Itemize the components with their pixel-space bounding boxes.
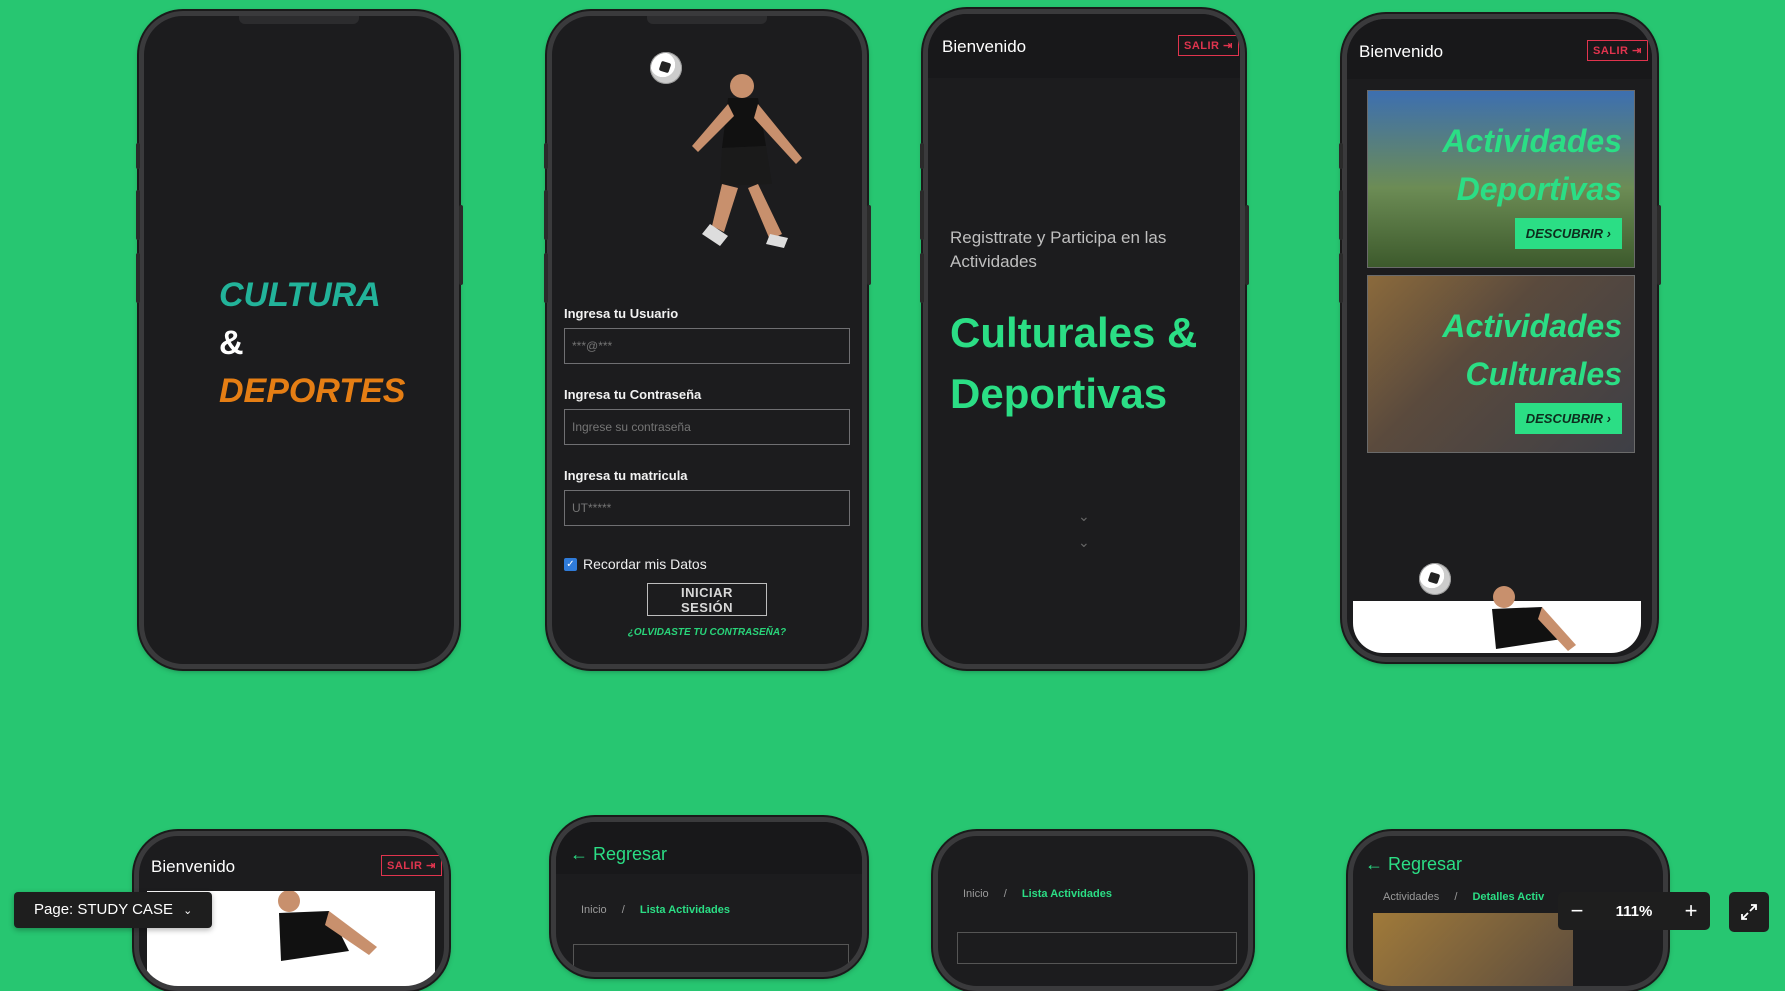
crumb-current: Lista Actividades [639, 904, 730, 916]
card-sports-title: Actividades Deportivas [1442, 117, 1622, 213]
logout-label: SALIR [387, 860, 423, 872]
logout-button[interactable]: SALIR ⇥ [1587, 40, 1648, 61]
logout-icon: ⇥ [426, 860, 436, 872]
expand-icon [1741, 904, 1757, 920]
zoom-value[interactable]: 111% [1616, 903, 1653, 920]
discover-cultural-button[interactable]: DESCUBRIR › [1514, 403, 1622, 434]
list-item[interactable] [573, 944, 849, 972]
breadcrumb: Inicio / Lista Actividades [963, 888, 1112, 900]
chevron-right-icon: › [1606, 226, 1611, 241]
forgot-password-link[interactable]: ¿OLVIDASTE TU CONTRASEÑA? [552, 627, 862, 638]
header-title: Bienvenido [942, 37, 1027, 56]
crumb-separator: / [1454, 891, 1458, 903]
login-button[interactable]: INICIAR SESIÓN [647, 583, 767, 616]
player-illustration [278, 891, 377, 961]
back-label: Regresar [1388, 854, 1463, 874]
back-button[interactable]: ← Regresar [570, 844, 667, 865]
phone-activity-list: ← Regresar Inicio / Lista Actividades [551, 817, 867, 977]
fullscreen-button[interactable] [1729, 892, 1769, 932]
page-selector[interactable]: Page: STUDY CASE ⌄ [14, 892, 213, 928]
chevron-down-icon[interactable]: ⌄ [1078, 534, 1090, 551]
logout-button[interactable]: SALIR ⇥ [381, 855, 442, 876]
card-cultural-title: Actividades Culturales [1442, 302, 1622, 398]
splash-ampersand: & [219, 324, 244, 362]
card-sports-line-2: Deportivas [1456, 171, 1622, 207]
breadcrumb: Inicio / Lista Actividades [581, 904, 730, 916]
player-illustration [1492, 586, 1576, 651]
zoom-controls: − 111% + [1558, 892, 1710, 930]
list-item[interactable] [957, 932, 1237, 964]
headline-line-2: Deportivas [950, 370, 1168, 417]
crumb-current: Detalles Activ [1472, 891, 1545, 903]
phone-activity-list-2: Inicio / Lista Actividades [933, 831, 1253, 991]
username-label: Ingresa tu Usuario [564, 306, 679, 321]
logout-icon: ⇥ [1632, 45, 1642, 57]
phone-notch [647, 16, 767, 24]
crumb-home[interactable]: Inicio [581, 904, 607, 916]
back-label: Regresar [593, 844, 668, 864]
zoom-out-button[interactable]: − [1558, 898, 1596, 924]
zoom-in-button[interactable]: + [1672, 898, 1710, 924]
card-sports-line-1: Actividades [1442, 123, 1622, 159]
card-sports-activities[interactable]: Actividades Deportivas DESCUBRIR › [1367, 90, 1635, 268]
page-selector-label: Page: STUDY CASE [34, 901, 173, 918]
phone-notch [239, 16, 359, 24]
detail-image [1373, 913, 1573, 986]
card-cultural-activities[interactable]: Actividades Culturales DESCUBRIR › [1367, 275, 1635, 453]
player-illustration [692, 74, 802, 248]
remember-me-checkbox[interactable]: ✓ Recordar mis Datos [564, 556, 707, 572]
chevron-down-icon[interactable]: ⌄ [1078, 508, 1090, 525]
splash-cultura: CULTURA [219, 276, 381, 314]
logout-label: SALIR [1184, 40, 1220, 52]
chevron-down-icon: ⌄ [183, 905, 193, 917]
crumb-separator: / [621, 904, 625, 916]
username-input[interactable] [564, 328, 850, 364]
matricula-label: Ingresa tu matricula [564, 468, 688, 483]
arrow-left-icon: ← [1365, 854, 1383, 874]
splash-deportes: DEPORTES [219, 372, 406, 410]
logout-label: SALIR [1593, 45, 1629, 57]
welcome-subtitle: Registtrate y Participa en las Actividad… [950, 228, 1167, 271]
chevron-right-icon: › [1606, 411, 1611, 426]
remember-me-label: Recordar mis Datos [583, 556, 707, 572]
crumb-home[interactable]: Actividades [1383, 891, 1439, 903]
discover-sports-button[interactable]: DESCUBRIR › [1514, 218, 1622, 249]
welcome-headline: Culturales & Deportivas [950, 302, 1197, 424]
phone-welcome: Bienvenido SALIR ⇥ Registtrate y Partici… [923, 9, 1245, 669]
crumb-current: Lista Actividades [1021, 888, 1112, 900]
phone-login: Ingresa tu Usuario Ingresa tu Contraseña… [547, 11, 867, 669]
arrow-left-icon: ← [570, 844, 588, 864]
password-label: Ingresa tu Contraseña [564, 387, 702, 402]
header-title: Bienvenido [151, 857, 236, 876]
phone-activities: Bienvenido SALIR ⇥ Actividades Deportiva… [1342, 14, 1657, 662]
headline-line-1: Culturales & [950, 309, 1198, 356]
discover-label: DESCUBRIR [1525, 226, 1604, 241]
checkmark-icon[interactable]: ✓ [564, 557, 577, 571]
discover-label: DESCUBRIR [1525, 411, 1604, 426]
card-cultural-line-2: Culturales [1465, 356, 1622, 392]
logout-icon: ⇥ [1223, 40, 1233, 52]
breadcrumb: Actividades / Detalles Activ [1383, 891, 1544, 903]
splash-logo-text: CULTURA & DEPORTES [219, 271, 405, 415]
back-button[interactable]: ← Regresar [1365, 854, 1462, 875]
logout-button[interactable]: SALIR ⇥ [1178, 35, 1239, 56]
header-title: Bienvenido [1359, 42, 1444, 61]
password-input[interactable] [564, 409, 850, 445]
matricula-input[interactable] [564, 490, 850, 526]
soccer-ball-icon [1419, 563, 1451, 595]
crumb-home[interactable]: Inicio [963, 888, 989, 900]
phone-splash: CULTURA & DEPORTES [139, 11, 459, 669]
crumb-separator: / [1003, 888, 1007, 900]
card-cultural-line-1: Actividades [1442, 308, 1622, 344]
